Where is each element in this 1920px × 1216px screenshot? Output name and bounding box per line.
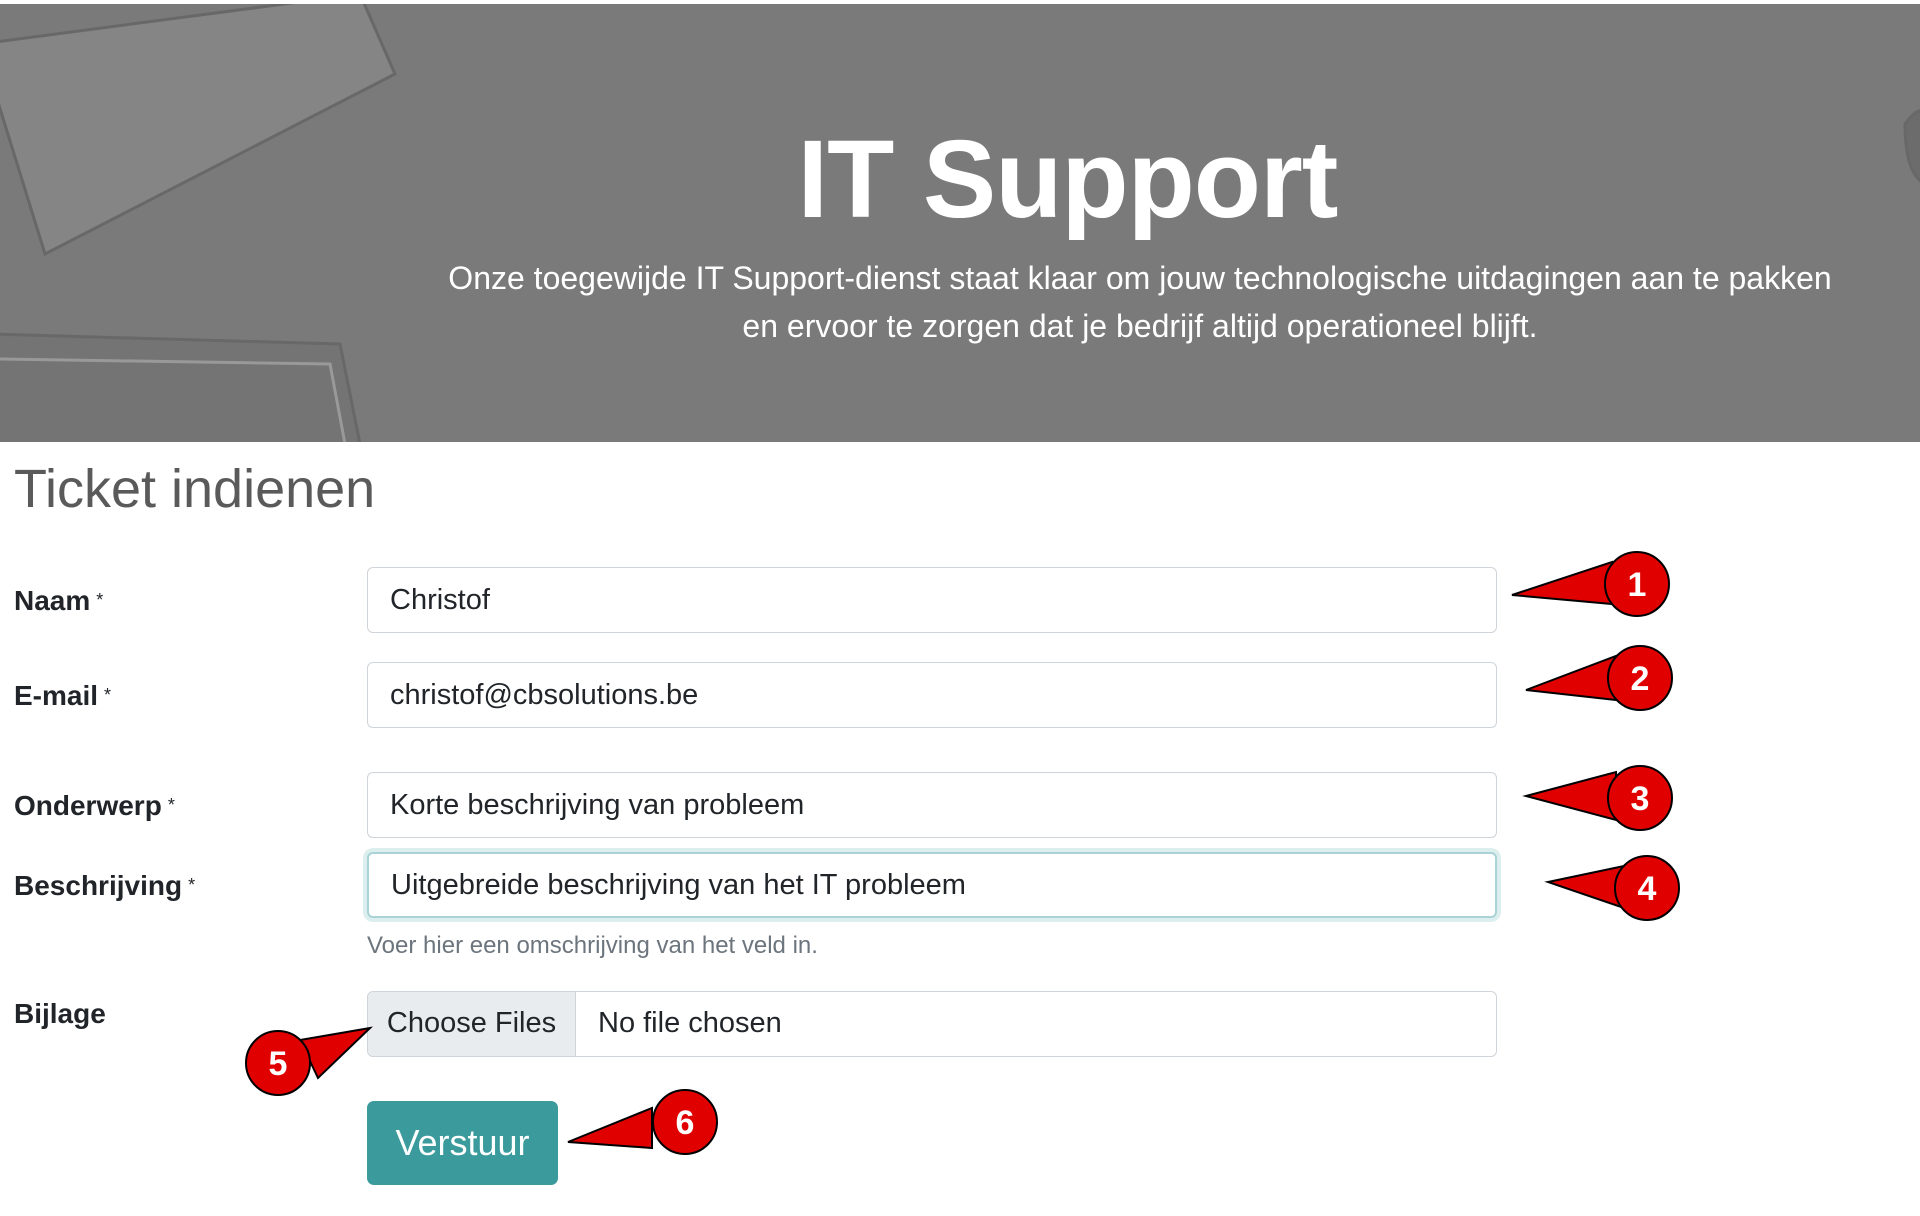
annotation-number-6: 6 (676, 1104, 695, 1142)
annotation-number-3: 3 (1631, 780, 1650, 818)
annotation-arrow (298, 1026, 374, 1080)
annotation-arrow (1525, 654, 1617, 702)
annotation-number-4: 4 (1638, 870, 1657, 908)
annotation-arrow (567, 1106, 653, 1150)
annotation-number-2: 2 (1631, 660, 1650, 698)
annotation-number-5: 5 (269, 1045, 288, 1083)
annotation-arrow (1522, 770, 1617, 822)
annotation-arrow (1511, 560, 1613, 606)
annotation-number-1: 1 (1628, 566, 1647, 604)
annotation-arrow (1544, 864, 1625, 910)
annotation-overlay: 1 2 3 4 5 6 (245, 551, 1680, 1155)
